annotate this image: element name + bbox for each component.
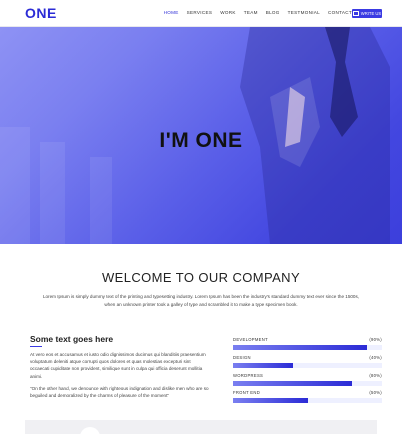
logo[interactable]: ONE	[25, 6, 57, 20]
about-heading: Some text goes here	[30, 334, 114, 344]
nav-home[interactable]: HOME	[164, 10, 179, 16]
skill-bar-track	[233, 363, 382, 368]
skill-percent: (50%)	[369, 390, 382, 395]
skill-bar-fill	[233, 345, 368, 350]
skill-percent: (90%)	[369, 337, 382, 342]
building-shape	[40, 142, 65, 244]
skill-name: WORDPRESS	[233, 373, 264, 378]
avatar-circle	[80, 427, 100, 447]
next-section-band	[25, 420, 377, 447]
skill-bar-fill	[233, 398, 308, 403]
main-nav: HOME SERVICES WORK TEAM BLOG TESTMONIAL …	[164, 10, 352, 16]
skill-name: DESIGN	[233, 355, 251, 360]
site-header: ONE HOME SERVICES WORK TEAM BLOG TESTMON…	[0, 0, 402, 27]
heading-underline	[30, 346, 42, 348]
skill-percent: (40%)	[369, 355, 382, 360]
skill-bar-track	[233, 345, 382, 350]
skill-wordpress: WORDPRESS (80%)	[233, 373, 382, 386]
welcome-text: Lorem Ipsum is simply dummy text of the …	[42, 294, 360, 307]
nav-testmonial[interactable]: TESTMONIAL	[288, 10, 320, 16]
write-us-button[interactable]: WRITE US	[352, 9, 382, 18]
nav-blog[interactable]: BLOG	[266, 10, 280, 16]
hero-title: I'M ONE	[159, 129, 243, 152]
skill-percent: (80%)	[369, 373, 382, 378]
nav-services[interactable]: SERVICES	[187, 10, 213, 16]
skill-front-end: FRONT END (50%)	[233, 390, 382, 403]
welcome-heading: WELCOME TO OUR COMPANY	[101, 270, 301, 285]
about-paragraph-2: "On the other hand, we denounce with rig…	[30, 386, 209, 399]
mail-icon	[352, 11, 359, 16]
skill-name: DEVELOPMENT	[233, 337, 268, 342]
skill-bar-fill	[233, 363, 293, 368]
nav-contact[interactable]: CONTACT	[328, 10, 352, 16]
skill-name: FRONT END	[233, 390, 261, 395]
skill-bar-fill	[233, 381, 353, 386]
nav-work[interactable]: WORK	[220, 10, 236, 16]
skill-development: DEVELOPMENT (90%)	[233, 337, 382, 350]
nav-team[interactable]: TEAM	[244, 10, 258, 16]
hero-banner: I'M ONE	[0, 27, 402, 244]
skill-bar-track	[233, 381, 382, 386]
skill-bar-track	[233, 398, 382, 403]
skill-design: DESIGN (40%)	[233, 355, 382, 368]
about-paragraph-1: At vero eos et accusamus et iusto odio d…	[30, 352, 206, 379]
building-shape	[90, 157, 112, 244]
write-us-label: WRITE US	[360, 11, 382, 16]
